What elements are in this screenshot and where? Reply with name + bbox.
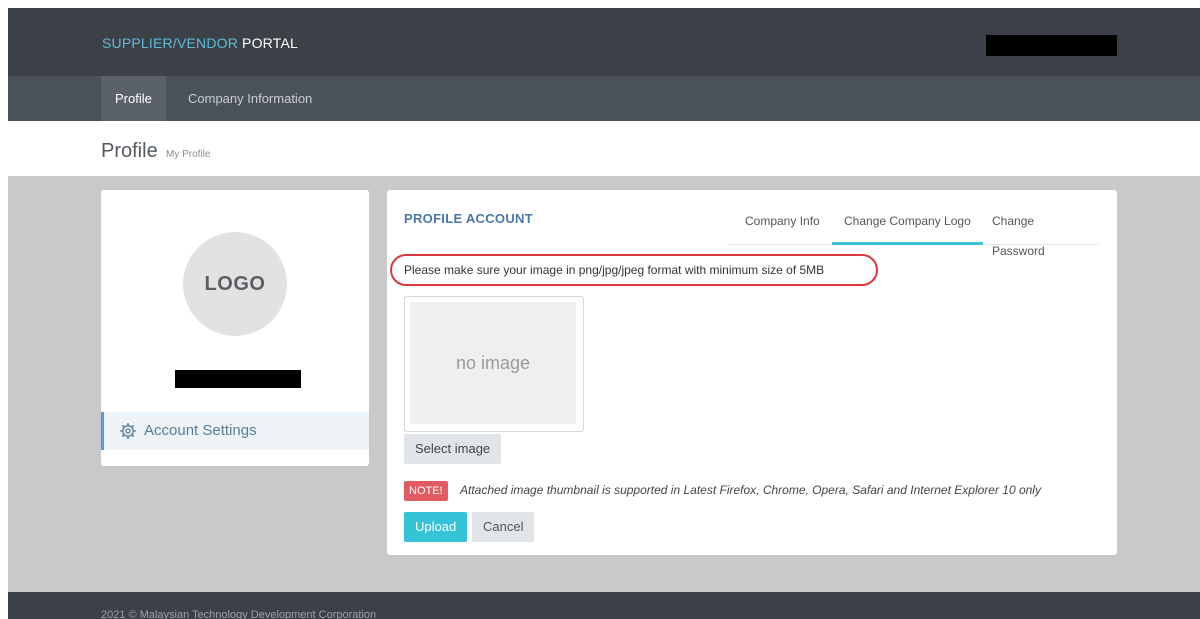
note-text: Attached image thumbnail is supported in… — [460, 483, 1041, 497]
profile-tabs: Company Info Change Company Logo Change … — [727, 206, 1099, 258]
company-logo-placeholder: LOGO — [183, 232, 287, 336]
format-notice: Please make sure your image in png/jpg/j… — [404, 263, 825, 277]
page-title-bar: Profile My Profile — [8, 121, 1200, 176]
upload-button[interactable]: Upload — [404, 512, 468, 542]
profile-account-card: PROFILE ACCOUNT Company Info Change Comp… — [387, 190, 1117, 555]
tab-change-company-logo[interactable]: Change Company Logo — [832, 206, 983, 245]
tab-company-info[interactable]: Company Info — [733, 206, 832, 242]
profile-side-card: LOGO Account Settings — [101, 190, 369, 466]
page-title: Profile — [101, 140, 158, 162]
top-header: SUPPLIER/VENDOR PORTAL — [8, 8, 1200, 76]
profile-account-title: PROFILE ACCOUNT — [404, 211, 533, 226]
portal-brand[interactable]: SUPPLIER/VENDOR PORTAL — [102, 35, 298, 51]
image-thumbnail: no image — [404, 296, 584, 432]
page-footer: 2021 © Malaysian Technology Development … — [8, 592, 1200, 619]
account-settings-label: Account Settings — [144, 422, 257, 439]
account-settings-link[interactable]: Account Settings — [101, 412, 369, 450]
redacted-user-name — [986, 35, 1117, 56]
no-image-placeholder: no image — [410, 302, 576, 424]
cancel-button[interactable]: Cancel — [472, 512, 535, 542]
gear-icon — [120, 423, 136, 439]
brand-part2: PORTAL — [242, 35, 298, 51]
brand-part1: SUPPLIER/VENDOR — [102, 35, 239, 51]
app-frame: SUPPLIER/VENDOR PORTAL Profile Company In… — [8, 8, 1200, 619]
main-nav: Profile Company Information — [8, 76, 1200, 121]
nav-item-company-information[interactable]: Company Information — [174, 76, 326, 121]
format-notice-highlight: Please make sure your image in png/jpg/j… — [390, 254, 878, 286]
select-image-button[interactable]: Select image — [404, 434, 502, 464]
tab-change-password[interactable]: Change Password — [980, 206, 1099, 258]
page-subtitle: My Profile — [166, 149, 211, 160]
redacted-company-name — [175, 370, 301, 388]
content-area: LOGO Account Settings PROFILE ACCOUNT Co… — [8, 176, 1200, 592]
footer-copyright: 2021 © Malaysian Technology Development … — [101, 609, 377, 619]
note-badge: NOTE! — [404, 481, 448, 501]
nav-item-profile[interactable]: Profile — [101, 76, 166, 121]
